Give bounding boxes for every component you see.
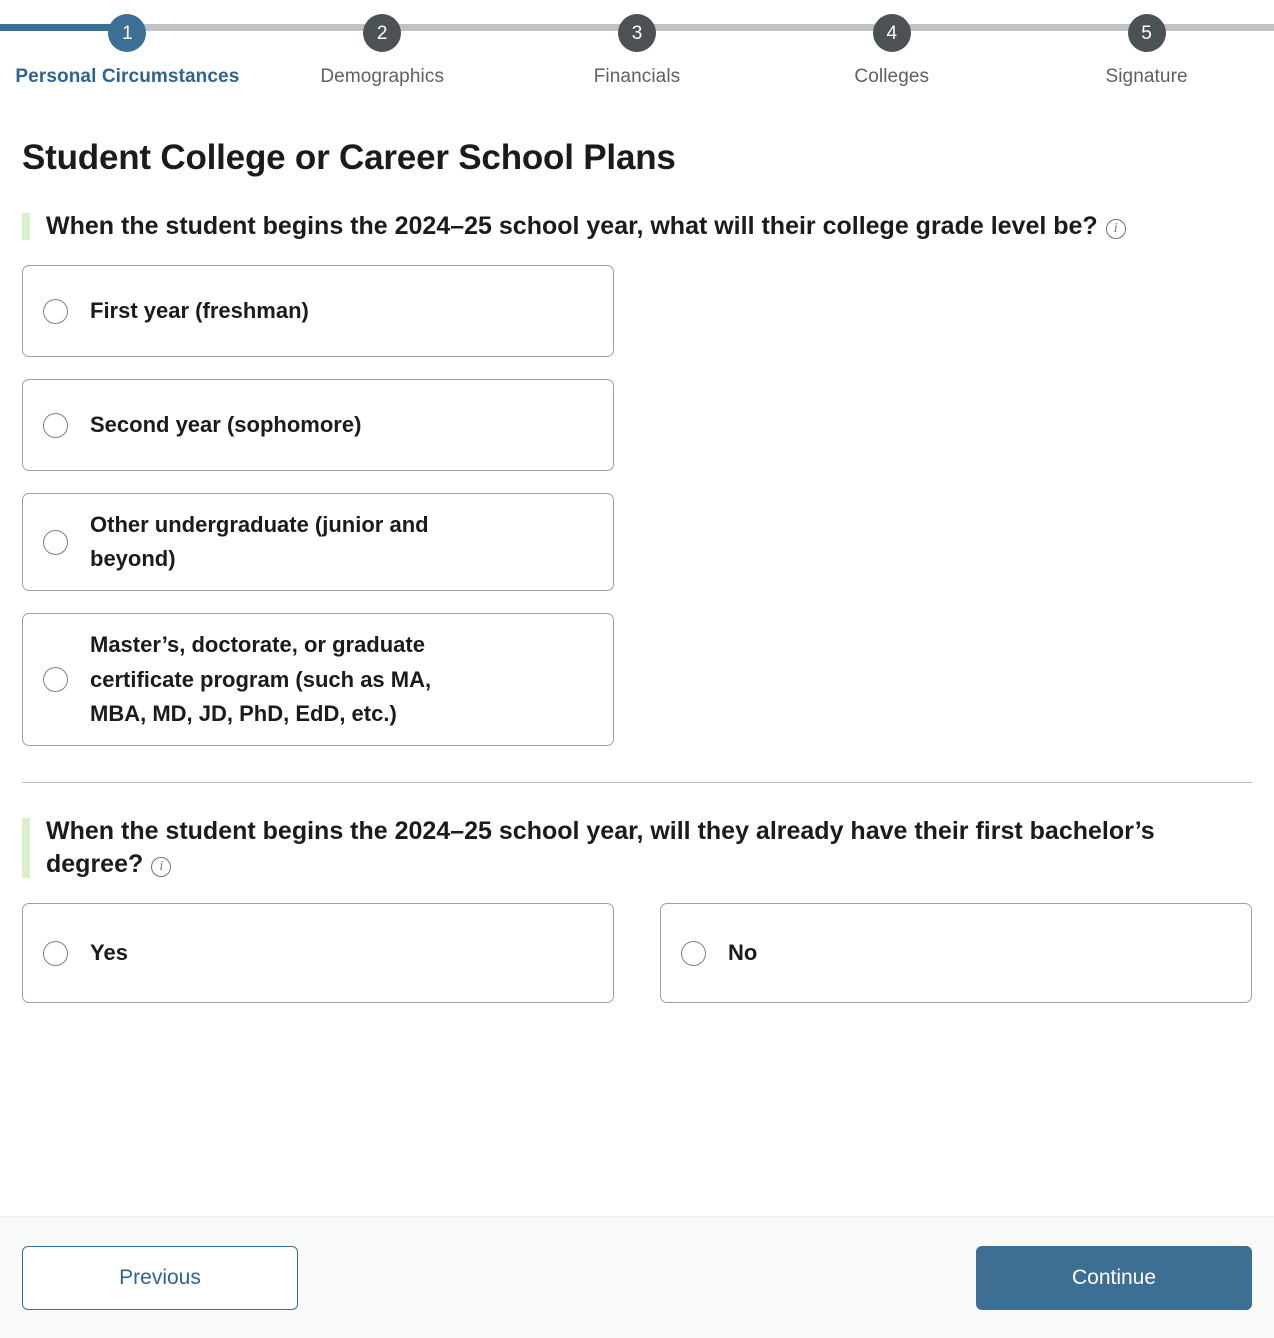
info-icon[interactable]: i xyxy=(151,856,172,877)
radio-option-card[interactable]: First year (freshman) xyxy=(22,265,614,358)
grade-level-option-list: First year (freshman) Second year (sophom… xyxy=(22,265,1252,746)
step-connector-right xyxy=(127,24,255,31)
info-icon[interactable]: i xyxy=(1105,219,1126,239)
step-label: Financials xyxy=(593,66,681,87)
radio-option-label: Other undergraduate (junior and beyond) xyxy=(90,512,429,572)
radio-button-icon[interactable] xyxy=(43,667,68,693)
question-block-grade-level: When the student begins the 2024–25 scho… xyxy=(22,210,1252,746)
step-number-badge: 2 xyxy=(363,14,402,52)
question-label: When the student begins the 2024–25 scho… xyxy=(46,816,1155,878)
step-3[interactable]: 3 Financials xyxy=(509,0,765,88)
form-content: Student College or Career School Plans W… xyxy=(0,138,1274,1004)
previous-button[interactable]: Previous xyxy=(22,1245,298,1310)
radio-option-label: Second year (sophomore) xyxy=(90,412,362,438)
radio-option-label: No xyxy=(728,940,758,966)
radio-button-icon[interactable] xyxy=(681,940,706,966)
step-1[interactable]: 1 Personal Circumstances xyxy=(0,0,255,88)
step-label: Demographics xyxy=(320,66,445,87)
radio-option-label: Master’s, doctorate, or graduate certifi… xyxy=(90,632,432,726)
page-title: Student College or Career School Plans xyxy=(22,138,676,177)
section-divider xyxy=(22,781,1252,783)
step-4[interactable]: 4 Colleges xyxy=(764,0,1020,88)
question-text-bachelors-degree: When the student begins the 2024–25 scho… xyxy=(22,815,1234,882)
radio-option-card[interactable]: No xyxy=(660,903,1252,1004)
step-progress-bar: 1 Personal Circumstances 2 Demographics 3 Fin… xyxy=(0,0,1274,100)
form-wizard-page: 1 Personal Circumstances 2 Demographics 3 Fin… xyxy=(0,0,1274,1338)
radio-option-card[interactable]: Other undergraduate (junior and beyond) xyxy=(22,493,614,592)
radio-option-card[interactable]: Yes xyxy=(22,903,614,1004)
step-connector-right xyxy=(637,24,765,31)
radio-option-label: First year (freshman) xyxy=(90,298,309,324)
form-footer: Previous Continue xyxy=(0,1216,1274,1338)
step-connector-right xyxy=(382,24,510,31)
step-number-badge: 4 xyxy=(872,14,911,52)
step-list: 1 Personal Circumstances 2 Demographics 3 Fin… xyxy=(0,0,1274,88)
step-number-badge: 5 xyxy=(1127,14,1166,52)
radio-option-card[interactable]: Second year (sophomore) xyxy=(22,379,614,472)
step-number-badge: 3 xyxy=(617,14,656,52)
step-label: Signature xyxy=(1105,66,1188,87)
question-text-grade-level: When the student begins the 2024–25 scho… xyxy=(22,210,1234,243)
bachelors-degree-option-list: Yes No xyxy=(22,903,1252,1004)
radio-button-icon[interactable] xyxy=(43,298,68,324)
radio-option-label: Yes xyxy=(90,940,128,966)
step-connector-right xyxy=(1146,24,1274,31)
radio-button-icon[interactable] xyxy=(43,529,68,555)
step-number-badge: 1 xyxy=(108,14,147,52)
step-2[interactable]: 2 Demographics xyxy=(254,0,510,88)
step-label: Personal Circumstances xyxy=(15,66,240,87)
step-5[interactable]: 5 Signature xyxy=(1019,0,1274,88)
continue-button[interactable]: Continue xyxy=(976,1245,1252,1310)
radio-button-icon[interactable] xyxy=(43,940,68,966)
step-connector-right xyxy=(891,24,1020,31)
question-block-bachelors-degree: When the student begins the 2024–25 scho… xyxy=(22,815,1252,1004)
question-label: When the student begins the 2024–25 scho… xyxy=(46,212,1098,240)
radio-option-card[interactable]: Master’s, doctorate, or graduate certifi… xyxy=(22,613,614,746)
radio-button-icon[interactable] xyxy=(43,412,68,438)
step-label: Colleges xyxy=(854,66,930,87)
